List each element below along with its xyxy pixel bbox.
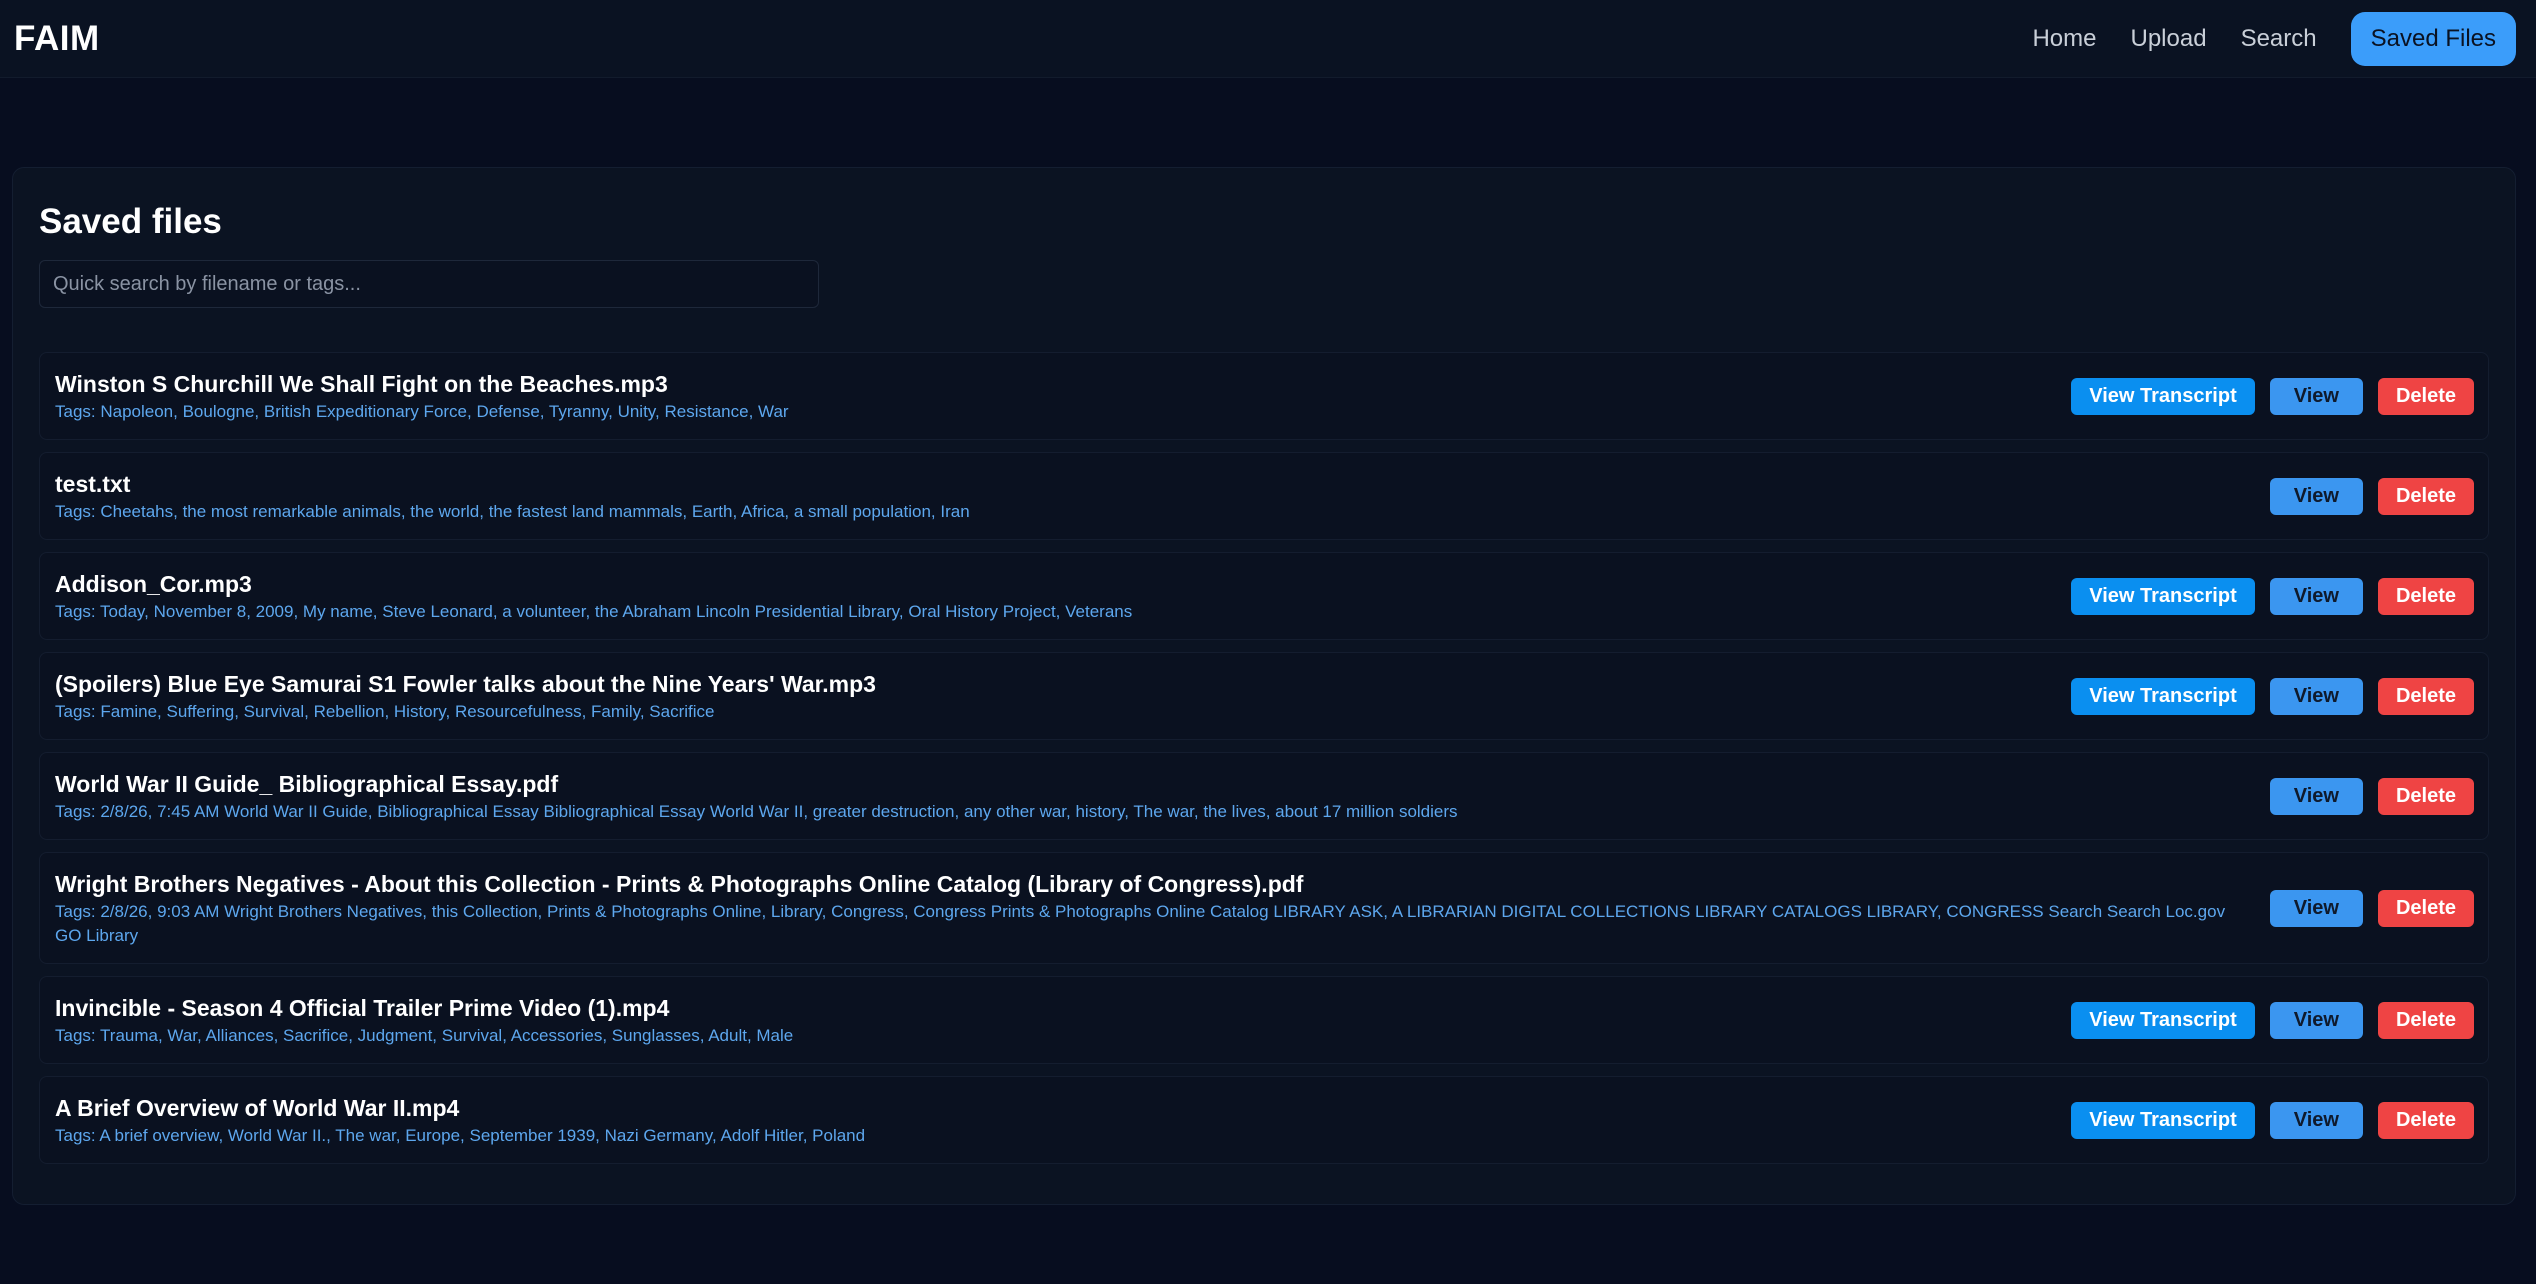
view-button[interactable]: View (2269, 377, 2363, 415)
file-name: World War II Guide_ Bibliographical Essa… (55, 770, 559, 797)
delete-button[interactable]: Delete (2377, 377, 2474, 415)
nav-home-link[interactable]: Home (2032, 25, 2096, 53)
file-row: (Spoilers) Blue Eye Samurai S1 Fowler ta… (39, 652, 2489, 740)
delete-button[interactable]: Delete (2377, 1001, 2474, 1039)
view-transcript-button[interactable]: View Transcript (2071, 1101, 2255, 1139)
file-list: Winston S Churchill We Shall Fight on th… (39, 352, 2489, 1164)
file-info: test.txt Tags: Cheetahs, the most remarka… (55, 469, 2255, 524)
file-actions: View Delete (2255, 777, 2474, 815)
file-row: Winston S Churchill We Shall Fight on th… (39, 352, 2489, 440)
file-name: Winston S Churchill We Shall Fight on th… (55, 370, 668, 397)
view-button[interactable]: View (2269, 677, 2363, 715)
nav-upload-link[interactable]: Upload (2131, 25, 2207, 53)
view-button[interactable]: View (2269, 1101, 2363, 1139)
file-actions: View Delete (2255, 477, 2474, 515)
file-tags: Tags: Today, November 8, 2009, My name, … (55, 601, 1133, 621)
file-name: Wright Brothers Negatives - About this C… (55, 870, 1304, 897)
file-tags: Tags: Trauma, War, Alliances, Sacrifice,… (55, 1025, 794, 1045)
file-info: A Brief Overview of World War II.mp4 Tags… (55, 1093, 2056, 1148)
delete-button[interactable]: Delete (2377, 1101, 2474, 1139)
delete-button[interactable]: Delete (2377, 777, 2474, 815)
file-row: Addison_Cor.mp3 Tags: Today, November 8, … (39, 552, 2489, 640)
saved-files-panel: Saved files Winston S Churchill We Shall… (12, 167, 2516, 1205)
quick-search-input[interactable] (39, 260, 819, 308)
file-actions: View Transcript View Delete (2056, 1101, 2474, 1139)
view-button[interactable]: View (2269, 1001, 2363, 1039)
file-tags: Tags: Cheetahs, the most remarkable anim… (55, 501, 970, 521)
file-actions: View Transcript View Delete (2056, 677, 2474, 715)
brand-logo[interactable]: FAIM (14, 19, 100, 59)
file-name: test.txt (55, 470, 131, 497)
file-info: Wright Brothers Negatives - About this C… (55, 869, 2255, 948)
file-tags: Tags: 2/8/26, 7:45 AM World War II Guide… (55, 801, 1458, 821)
view-transcript-button[interactable]: View Transcript (2071, 577, 2255, 615)
page-title: Saved files (39, 202, 222, 241)
file-name: A Brief Overview of World War II.mp4 (55, 1094, 460, 1121)
file-row: A Brief Overview of World War II.mp4 Tags… (39, 1076, 2489, 1164)
view-button[interactable]: View (2269, 577, 2363, 615)
file-name: Addison_Cor.mp3 (55, 570, 252, 597)
file-tags: Tags: Famine, Suffering, Survival, Rebel… (55, 701, 715, 721)
nav-saved-files-link[interactable]: Saved Files (2350, 11, 2516, 66)
view-transcript-button[interactable]: View Transcript (2071, 1001, 2255, 1039)
top-navbar: FAIM Home Upload Search Saved Files (0, 0, 2536, 78)
delete-button[interactable]: Delete (2377, 677, 2474, 715)
file-actions: View Transcript View Delete (2056, 1001, 2474, 1039)
file-row: Invincible - Season 4 Official Trailer P… (39, 976, 2489, 1064)
view-button[interactable]: View (2269, 477, 2363, 515)
file-actions: View Transcript View Delete (2056, 377, 2474, 415)
view-transcript-button[interactable]: View Transcript (2071, 677, 2255, 715)
view-button[interactable]: View (2269, 777, 2363, 815)
delete-button[interactable]: Delete (2377, 477, 2474, 515)
nav-links: Home Upload Search Saved Files (1998, 11, 2516, 66)
file-row: World War II Guide_ Bibliographical Essa… (39, 752, 2489, 840)
file-actions: View Transcript View Delete (2056, 577, 2474, 615)
file-info: World War II Guide_ Bibliographical Essa… (55, 769, 2255, 824)
file-info: Invincible - Season 4 Official Trailer P… (55, 993, 2056, 1048)
file-name: Invincible - Season 4 Official Trailer P… (55, 994, 670, 1021)
file-info: Addison_Cor.mp3 Tags: Today, November 8, … (55, 569, 2056, 624)
file-row: test.txt Tags: Cheetahs, the most remarka… (39, 452, 2489, 540)
file-tags: Tags: Napoleon, Boulogne, British Expedi… (55, 401, 789, 421)
file-info: Winston S Churchill We Shall Fight on th… (55, 369, 2056, 424)
file-info: (Spoilers) Blue Eye Samurai S1 Fowler ta… (55, 669, 2056, 724)
nav-search-link[interactable]: Search (2241, 25, 2317, 53)
file-tags: Tags: 2/8/26, 9:03 AM Wright Brothers Ne… (55, 901, 2226, 945)
delete-button[interactable]: Delete (2377, 889, 2474, 927)
file-row: Wright Brothers Negatives - About this C… (39, 852, 2489, 964)
view-transcript-button[interactable]: View Transcript (2071, 377, 2255, 415)
view-button[interactable]: View (2269, 889, 2363, 927)
file-actions: View Delete (2255, 889, 2474, 927)
file-tags: Tags: A brief overview, World War II., T… (55, 1125, 866, 1145)
delete-button[interactable]: Delete (2377, 577, 2474, 615)
file-name: (Spoilers) Blue Eye Samurai S1 Fowler ta… (55, 670, 876, 697)
